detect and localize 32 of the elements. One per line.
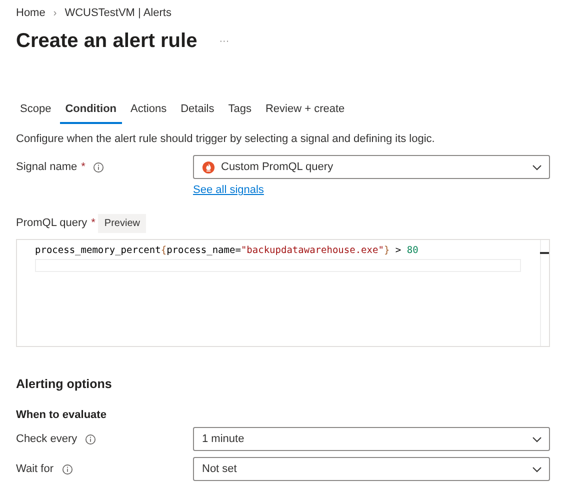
- tab[interactable]: Tags: [223, 99, 256, 124]
- breadcrumb-link[interactable]: Home: [16, 7, 46, 19]
- required-mark: *: [81, 161, 86, 173]
- page-title: Create an alert rule: [16, 30, 198, 52]
- info-icon[interactable]: [62, 464, 72, 474]
- preview-button[interactable]: Preview: [98, 214, 146, 232]
- dropdown[interactable]: 1 minute: [193, 427, 550, 451]
- query-editor[interactable]: process_memory_percent{process_name="backupdatawarehouse.exe"} > 80: [16, 239, 550, 347]
- see-all-signals-link[interactable]: See all signals: [193, 184, 264, 196]
- section-heading: Alerting options: [16, 377, 113, 391]
- description-text: Configure when the alert rule should trigger by selecting a signal and defining its logic.: [16, 133, 436, 145]
- field-label: Signal name: [16, 161, 78, 173]
- tab[interactable]: Details: [176, 99, 220, 124]
- breadcrumb-link[interactable]: WCUSTestVM | Alerts: [64, 7, 172, 19]
- tab[interactable]: Scope: [15, 99, 56, 124]
- required-mark: *: [91, 217, 96, 229]
- field-label: Check every: [16, 433, 78, 445]
- code-line: process_memory_percent{process_name="backupdatawarehouse.exe"} > 80: [35, 244, 420, 257]
- breadcrumb-separator: ›: [53, 8, 57, 18]
- subsection-heading: When to evaluate: [16, 409, 108, 421]
- dropdown[interactable]: Not set: [193, 457, 550, 481]
- tab[interactable]: Condition: [60, 99, 122, 124]
- info-icon[interactable]: [93, 162, 104, 172]
- scroll-marker: [540, 252, 549, 254]
- info-icon[interactable]: [85, 434, 96, 444]
- signal-dropdown[interactable]: Custom PromQL query: [193, 155, 550, 179]
- field-label: PromQL query: [16, 217, 88, 229]
- tab[interactable]: Actions: [126, 99, 172, 124]
- tab[interactable]: Review + create: [260, 99, 350, 124]
- flame-logo-icon: [202, 160, 215, 174]
- more-button[interactable]: ···: [219, 36, 230, 46]
- field-label: Wait for: [16, 463, 54, 475]
